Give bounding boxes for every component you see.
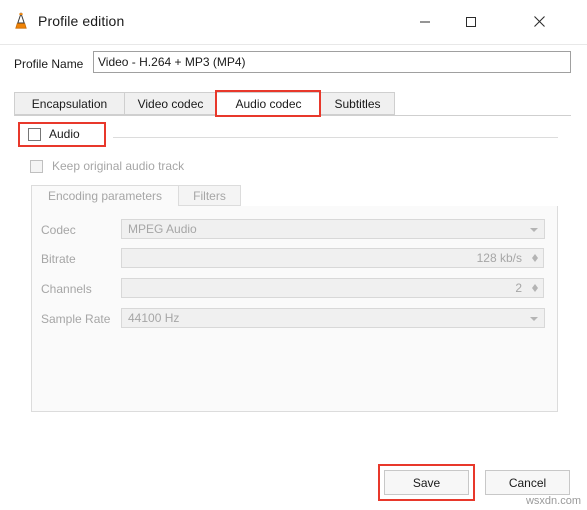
minimize-icon [420,21,430,22]
window-title: Profile edition [38,13,125,29]
bitrate-value: 128 kb/s [476,251,522,265]
encoding-tabs: Encoding parameters Filters [31,185,558,207]
vlc-cone-icon [12,11,30,30]
watermark: wsxdn.com [525,495,581,507]
inner-tab-encoding-parameters: Encoding parameters [31,185,179,207]
sample-rate-value: 44100 Hz [128,311,180,325]
codec-combo: MPEG Audio [121,219,545,239]
profile-name-input[interactable] [93,51,571,73]
keep-original-label: Keep original audio track [52,159,185,173]
chevron-down-icon [530,317,538,321]
cancel-button[interactable]: Cancel [485,470,570,495]
tab-underline [14,115,571,116]
audio-enable-row[interactable]: Audio [28,127,80,141]
audio-checkbox[interactable] [28,127,41,141]
section-divider [113,137,558,138]
maximize-icon [466,16,476,27]
codec-label: Codec [41,223,76,237]
channels-label: Channels [41,282,92,296]
codec-tabs: Encapsulation Video codec Audio codec Su… [14,92,571,116]
bitrate-stepper [528,248,544,268]
minimize-button[interactable] [402,0,448,43]
tab-video-codec[interactable]: Video codec [124,92,217,115]
sample-rate-combo: 44100 Hz [121,308,545,328]
tab-subtitles[interactable]: Subtitles [320,92,395,115]
profile-edition-window: Profile edition Profile Name Encapsulati… [0,0,587,510]
channels-value: 2 [515,281,522,295]
chevron-down-icon [530,228,538,232]
close-button[interactable] [516,0,562,43]
stepper-down-icon [532,258,538,262]
encoding-parameters-panel: Codec MPEG Audio Bitrate 128 kb/s Channe… [31,206,558,412]
tab-encapsulation[interactable]: Encapsulation [14,92,125,115]
channels-stepper [528,278,544,298]
bitrate-field: 128 kb/s [121,248,529,268]
profile-name-label: Profile Name [14,57,84,71]
bitrate-label: Bitrate [41,252,76,266]
keep-original-row: Keep original audio track [30,159,184,173]
channels-field: 2 [121,278,529,298]
codec-value: MPEG Audio [128,222,197,236]
audio-checkbox-label: Audio [49,127,80,141]
keep-original-checkbox [30,159,43,173]
sample-rate-label: Sample Rate [41,312,111,326]
close-icon [533,16,545,27]
save-button[interactable]: Save [384,470,469,495]
inner-tab-filters: Filters [178,185,241,206]
tab-audio-codec[interactable]: Audio codec [216,92,321,116]
maximize-button[interactable] [448,0,494,43]
title-bar: Profile edition [0,0,587,45]
stepper-down-icon [532,288,538,292]
